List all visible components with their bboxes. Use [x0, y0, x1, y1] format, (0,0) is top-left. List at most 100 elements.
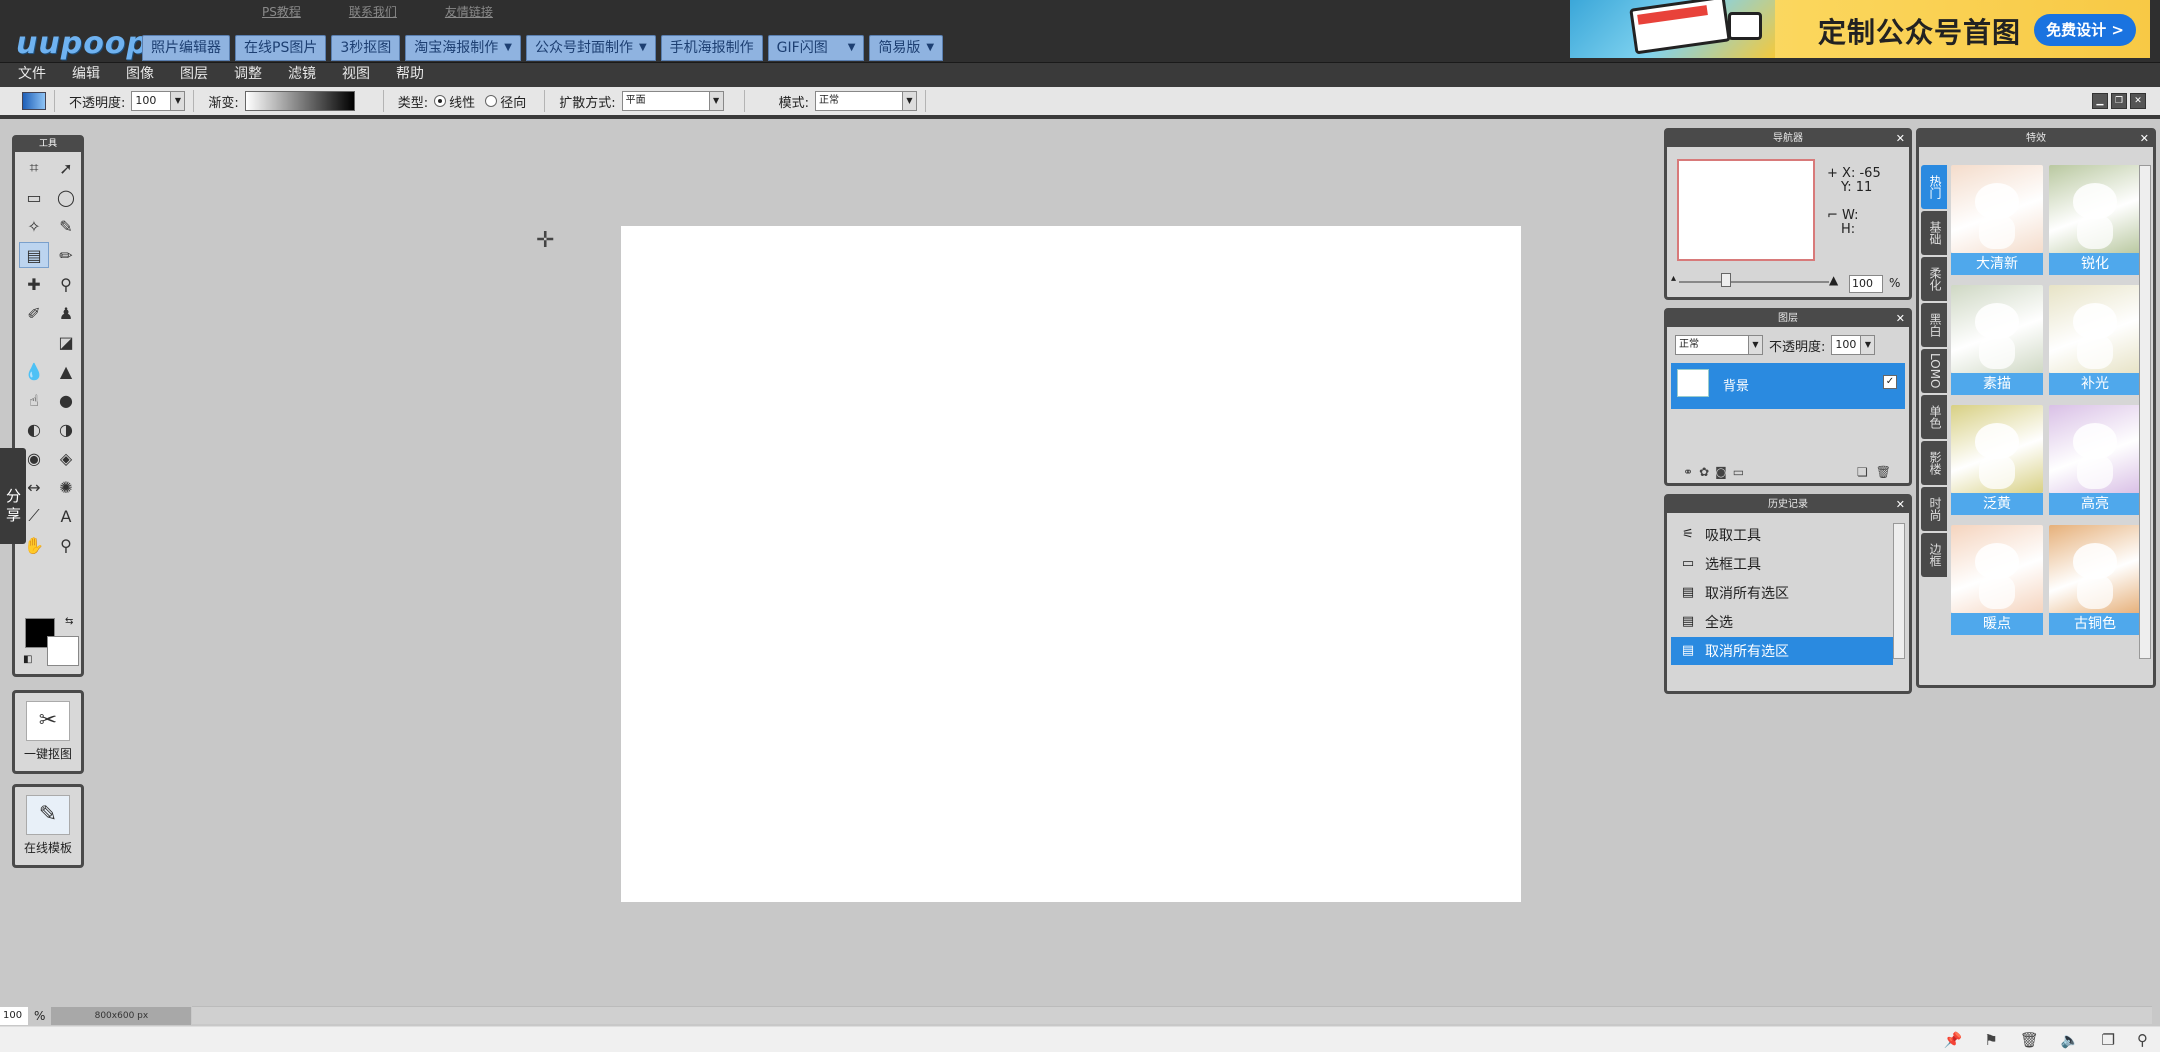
effect-item[interactable]: 暖点 — [1951, 525, 2043, 635]
link-friends[interactable]: 友情链接 — [445, 3, 493, 20]
new-layer-icon[interactable]: ❏ — [1857, 465, 1868, 479]
close-icon[interactable]: ✕ — [2130, 93, 2146, 109]
close-icon[interactable]: ✕ — [1896, 497, 1905, 512]
nav-tab-gif[interactable]: GIF闪图 ▼ — [767, 35, 865, 61]
effect-item[interactable]: 素描 — [1951, 285, 2043, 395]
type-linear-radio[interactable]: 线性 — [434, 92, 475, 111]
marquee-icon[interactable]: ▭ — [19, 184, 49, 210]
blend-mode-value[interactable]: 正常 — [1675, 335, 1749, 355]
mode-select[interactable]: 正常 ▼ — [814, 91, 917, 111]
effect-item[interactable]: 高亮 — [2049, 405, 2141, 515]
effects-tab[interactable]: 柔化 — [1921, 257, 1947, 301]
reset-colors-icon[interactable]: ◧ — [23, 654, 32, 665]
smudge-icon[interactable]: ☝ — [19, 387, 49, 413]
mask-icon[interactable]: ◙ — [1715, 465, 1727, 479]
effect-item[interactable]: 古铜色 — [2049, 525, 2141, 635]
move-icon[interactable]: ➚ — [51, 155, 81, 181]
effect-item[interactable]: 大清新 — [1951, 165, 2043, 275]
fill-icon[interactable]: ◪ — [51, 329, 81, 355]
opacity-input[interactable]: 100 — [131, 91, 172, 111]
swap-colors-icon[interactable]: ⇆ — [65, 616, 73, 627]
online-template-button[interactable]: ✎ 在线模板 — [12, 784, 84, 868]
effect-item[interactable]: 补光 — [2049, 285, 2141, 395]
magic-wand-icon[interactable]: ✧ — [19, 213, 49, 239]
effects-scrollbar[interactable] — [2139, 165, 2151, 659]
zoom-in-icon[interactable]: ▲ — [1829, 273, 1838, 287]
flag-icon[interactable]: ⚑ — [1984, 1031, 1997, 1049]
gradient-icon[interactable]: ▤ — [19, 242, 49, 268]
stamp-icon[interactable]: ♟ — [51, 300, 81, 326]
effects-tab[interactable]: 边框 — [1921, 533, 1947, 577]
trash-icon[interactable]: 🗑 — [2020, 1031, 2039, 1049]
opacity-select[interactable]: 100 ▼ — [131, 91, 186, 111]
crop-icon[interactable]: ⌗ — [19, 155, 49, 181]
nav-tab-photo-editor[interactable]: 照片编辑器 — [142, 35, 230, 61]
link-ps-tutorial[interactable]: PS教程 — [262, 3, 301, 20]
chevron-down-icon[interactable]: ▼ — [171, 91, 186, 111]
effects-tab[interactable]: 单色 — [1921, 395, 1947, 439]
search-icon[interactable]: ⚲ — [2137, 1031, 2148, 1049]
ad-free-design-button[interactable]: 免费设计 > — [2034, 14, 2136, 46]
spread-value[interactable]: 平面 — [621, 91, 710, 111]
menu-filter[interactable]: 滤镜 — [288, 63, 316, 87]
sharpen-icon[interactable]: ▲ — [51, 358, 81, 384]
zoom-out-icon[interactable]: ▴ — [1671, 273, 1676, 284]
dodge-icon[interactable]: ◐ — [19, 416, 49, 442]
nav-tab-mobile-poster[interactable]: 手机海报制作 — [660, 35, 763, 61]
heal-icon[interactable]: ✚ — [19, 271, 49, 297]
zoom-slider-thumb[interactable] — [1721, 273, 1731, 287]
window-icon[interactable]: ❐ — [2102, 1031, 2115, 1049]
document-canvas[interactable] — [621, 226, 1521, 902]
sound-icon[interactable]: 🔈 — [2061, 1031, 2080, 1049]
effect-item[interactable]: 泛黄 — [1951, 405, 2043, 515]
navigator-preview[interactable] — [1677, 159, 1815, 261]
style-icon[interactable]: ✿ — [1699, 465, 1709, 479]
history-scrollbar[interactable] — [1893, 523, 1905, 659]
nav-tab-wechat-cover[interactable]: 公众号封面制作 ▼ — [525, 35, 656, 61]
canvas-horizontal-scrollbar[interactable] — [192, 1006, 2152, 1024]
layer-opacity-select[interactable]: 100 ▼ — [1831, 335, 1876, 355]
navigator-zoom-input[interactable]: 100 — [1849, 275, 1883, 293]
patch-icon[interactable]: ◈ — [51, 445, 81, 471]
text-icon[interactable]: A — [51, 503, 81, 529]
lasso-icon[interactable]: ◯ — [51, 184, 81, 210]
layer-row[interactable]: 背景 ✓ — [1671, 363, 1905, 409]
chevron-down-icon[interactable]: ▼ — [709, 91, 724, 111]
bloat-icon[interactable]: ✺ — [51, 474, 81, 500]
link-icon[interactable]: ⚭ — [1683, 465, 1693, 479]
site-logo[interactable]: uupoop — [16, 26, 149, 61]
pin-icon[interactable]: 📌 — [1944, 1031, 1963, 1049]
chevron-down-icon[interactable]: ▼ — [902, 91, 917, 111]
effects-tab[interactable]: 热门 — [1921, 165, 1947, 209]
nav-tab-simple[interactable]: 简易版 ▼ — [869, 35, 944, 61]
layer-opacity-input[interactable]: 100 — [1831, 335, 1862, 355]
chevron-down-icon[interactable]: ▼ — [1861, 335, 1876, 355]
nav-tab-cutout[interactable]: 3秒抠图 — [331, 35, 401, 61]
zoom-slider-track[interactable] — [1679, 281, 1829, 283]
burn-icon[interactable]: ◑ — [51, 416, 81, 442]
eraser-icon[interactable]: ✎ — [51, 213, 81, 239]
quick-cutout-button[interactable]: ✂ 一键抠图 — [12, 690, 84, 774]
brush-icon[interactable]: ✏ — [51, 242, 81, 268]
menu-file[interactable]: 文件 — [18, 63, 46, 87]
zoom-icon[interactable]: ⚲ — [51, 532, 81, 558]
ad-banner[interactable]: 定制公众号首图 免费设计 > — [1570, 0, 2150, 58]
delete-layer-icon[interactable]: 🗑 — [1876, 465, 1891, 479]
status-zoom-input[interactable]: 100 — [0, 1007, 28, 1025]
type-radial-radio[interactable]: 径向 — [485, 92, 526, 111]
share-tab[interactable]: 分享 — [0, 448, 26, 544]
history-item[interactable]: ⚟ 吸取工具 — [1671, 521, 1893, 549]
effects-tab[interactable]: 黑白 — [1921, 303, 1947, 347]
history-item[interactable]: ▤ 取消所有选区 — [1671, 637, 1893, 665]
menu-image[interactable]: 图像 — [126, 63, 154, 87]
close-icon[interactable]: ✕ — [2140, 131, 2149, 146]
pencil-icon[interactable]: ✐ — [19, 300, 49, 326]
restore-icon[interactable]: ❐ — [2111, 93, 2127, 109]
mode-value[interactable]: 正常 — [814, 91, 903, 111]
sponge-icon[interactable]: ● — [51, 387, 81, 413]
close-icon[interactable]: ✕ — [1896, 311, 1905, 326]
menu-edit[interactable]: 编辑 — [72, 63, 100, 87]
effects-tab[interactable]: 时尚 — [1921, 487, 1947, 531]
menu-help[interactable]: 帮助 — [396, 63, 424, 87]
chevron-down-icon[interactable]: ▼ — [1749, 335, 1763, 355]
